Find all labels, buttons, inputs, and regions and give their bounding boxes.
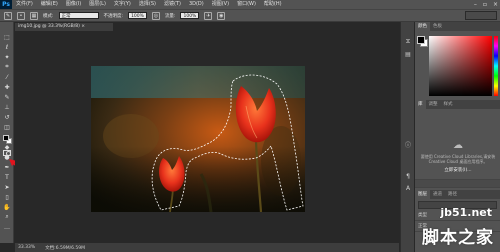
tab-layers[interactable]: 图层 — [415, 190, 430, 199]
quick-mask-icon[interactable] — [3, 150, 11, 156]
opacity-label: 不透明度: — [103, 13, 124, 19]
document-tab[interactable]: img10.jpg @ 33.3%(RGB/8) × — [15, 23, 113, 31]
tab-channels[interactable]: 通道 — [430, 190, 445, 199]
menu-window[interactable]: 窗口(W) — [233, 0, 260, 9]
tools-panel: ⬚ ℓ ✦ ⌗ ⁄ ✚ ✎ ⊥ ↺ ◫ ▭ ◆ ● ✒ T ➤ ▯ ✋ ⌕ … — [0, 22, 14, 243]
tulip-photo — [91, 66, 305, 212]
close-button[interactable]: × — [493, 1, 498, 8]
library-message: 要使用 Creative Cloud Libraries,请安装 Creativ… — [420, 154, 496, 164]
minimize-button[interactable]: – — [474, 1, 477, 8]
zoom-level[interactable]: 33.33% — [18, 245, 35, 250]
color-field[interactable] — [429, 36, 492, 96]
brush-size-icon[interactable]: • — [17, 11, 25, 20]
paragraph-panel-icon[interactable]: ¶ — [404, 172, 412, 180]
pressure-size-icon[interactable]: ◉ — [217, 11, 226, 20]
panel-foreground-swatch[interactable] — [417, 36, 425, 44]
edit-toolbar-icon[interactable]: … — [2, 222, 12, 232]
character-panel-icon[interactable]: A — [404, 184, 412, 192]
zoom-tool-icon[interactable]: ⌕ — [2, 212, 12, 222]
menu-view[interactable]: 视图(V) — [208, 0, 233, 9]
menu-file[interactable]: 文件(F) — [12, 0, 37, 9]
menu-type[interactable]: 文字(Y) — [110, 0, 135, 9]
brush-panel-icon[interactable]: ▦ — [30, 11, 38, 20]
options-bar: ✎ • ▦ 模式: 正常 不透明度: 100% ◎ 流量: 100% ✈ ◉ — [0, 9, 500, 22]
hand-tool-icon[interactable]: ✋ — [2, 202, 12, 212]
menu-filter[interactable]: 滤镜(T) — [160, 0, 185, 9]
properties-panel-icon[interactable]: ▤ — [404, 50, 412, 58]
menu-select[interactable]: 选择(S) — [135, 0, 160, 9]
menu-3d[interactable]: 3D(D) — [185, 0, 208, 9]
watermark-name: 脚本之家 — [422, 228, 494, 248]
tab-styles[interactable]: 样式 — [441, 100, 456, 109]
mode-label: 模式: — [43, 13, 54, 19]
brush-tool-icon[interactable]: ✎ — [2, 92, 12, 102]
workspace-switcher[interactable] — [465, 11, 497, 20]
color-panel-tabs: 颜色 色板 — [415, 22, 500, 31]
crop-tool-icon[interactable]: ⌗ — [2, 62, 12, 72]
maximize-button[interactable]: ▫ — [483, 1, 487, 8]
tab-color[interactable]: 颜色 — [415, 22, 430, 31]
menu-bar: Ps 文件(F) 编辑(E) 图像(I) 图层(L) 文字(Y) 选择(S) 滤… — [0, 0, 500, 9]
lasso-tool-icon[interactable]: ℓ — [2, 42, 12, 52]
library-panel-tabs: 库 调整 样式 — [415, 100, 500, 109]
tab-swatches[interactable]: 色板 — [430, 22, 445, 31]
watermark-url: jb51.net — [440, 206, 492, 219]
history-panel-icon[interactable]: ⧖ — [404, 38, 412, 46]
photoshop-logo: Ps — [0, 0, 12, 9]
tab-libraries[interactable]: 库 — [415, 100, 426, 109]
mode-select[interactable]: 正常 — [58, 12, 99, 19]
window-controls: – ▫ × — [474, 0, 498, 9]
tab-paths[interactable]: 路径 — [445, 190, 460, 199]
marquee-tool-icon[interactable]: ⬚ — [2, 32, 12, 42]
document-size[interactable]: 文档:6.59M/6.59M — [45, 245, 85, 251]
opacity-input[interactable]: 100% — [128, 12, 147, 19]
eyedropper-tool-icon[interactable]: ⁄ — [2, 72, 12, 82]
clone-stamp-tool-icon[interactable]: ⊥ — [2, 102, 12, 112]
pressure-opacity-icon[interactable]: ◎ — [151, 11, 160, 20]
history-brush-tool-icon[interactable]: ↺ — [2, 112, 12, 122]
foreground-color-swatch[interactable] — [3, 135, 9, 141]
info-panel-icon[interactable]: ⓘ — [404, 140, 412, 149]
flow-input[interactable]: 100% — [180, 12, 200, 19]
rectangle-tool-icon[interactable]: ▯ — [2, 192, 12, 202]
brush-preset-icon[interactable]: ✎ — [4, 11, 12, 20]
healing-brush-tool-icon[interactable]: ✚ — [2, 82, 12, 92]
menu-help[interactable]: 帮助(H) — [260, 0, 286, 9]
hue-slider[interactable] — [494, 36, 498, 96]
site-watermark: jb51.net 脚本之家 — [376, 204, 496, 248]
menu-layer[interactable]: 图层(L) — [85, 0, 110, 9]
airbrush-icon[interactable]: ✈ — [204, 11, 213, 20]
quick-select-tool-icon[interactable]: ✦ — [2, 52, 12, 62]
status-bar: 33.33% 文档:6.59M/6.59M — [15, 243, 399, 252]
install-now-link[interactable]: 立即安装(I)... — [420, 167, 496, 173]
layers-panel-tabs: 图层 通道 路径 — [415, 190, 500, 199]
menu-edit[interactable]: 编辑(E) — [37, 0, 62, 9]
creative-cloud-icon: ☁ — [453, 140, 463, 151]
library-footer — [415, 179, 500, 188]
menu-image[interactable]: 图像(I) — [62, 0, 85, 9]
flow-label: 流量: — [164, 13, 176, 19]
tab-adjustments[interactable]: 调整 — [426, 100, 441, 109]
eraser-tool-icon[interactable]: ◫ — [2, 122, 12, 132]
